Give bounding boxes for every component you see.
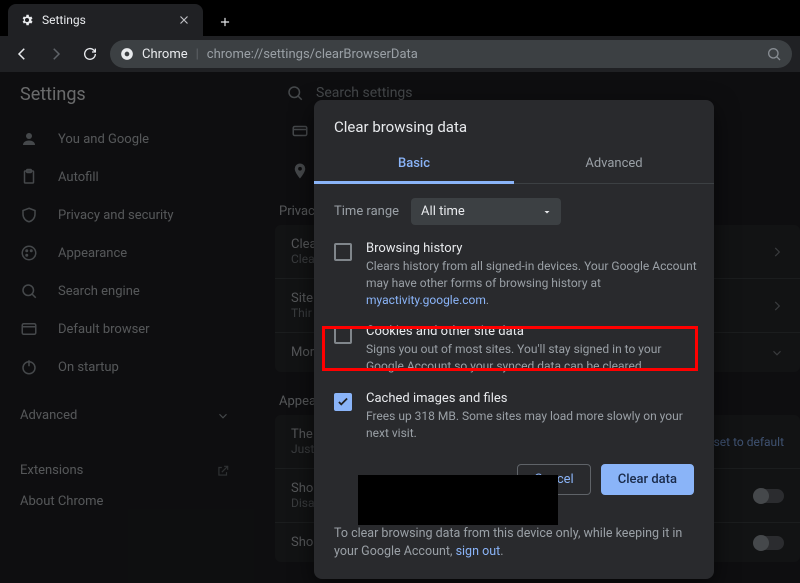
gear-icon (20, 13, 34, 27)
sidebar-item-search-engine[interactable]: Search engine (10, 274, 240, 308)
creditcard-icon (291, 122, 309, 140)
tab-basic[interactable]: Basic (314, 146, 514, 184)
chrome-icon (120, 47, 134, 61)
browser-tab[interactable]: Settings (8, 4, 203, 36)
settings-sidebar: You and Google Autofill Privacy and secu… (10, 122, 240, 511)
time-range-select[interactable]: All time (411, 198, 561, 225)
option-cached[interactable]: Cached images and files Frees up 318 MB.… (334, 391, 698, 442)
palette-icon (20, 244, 38, 262)
url-divider: | (196, 47, 199, 62)
tab-advanced[interactable]: Advanced (514, 146, 714, 183)
chevron-right-icon (770, 245, 784, 259)
search-icon (286, 84, 304, 102)
option-title: Cached images and files (366, 391, 698, 406)
sidebar-item-privacy[interactable]: Privacy and security (10, 198, 240, 232)
checkbox[interactable] (334, 326, 352, 344)
chevron-down-icon (216, 409, 230, 423)
new-tab-button[interactable] (211, 8, 239, 36)
browser-tabstrip: Settings (0, 0, 800, 36)
option-title: Cookies and other site data (366, 324, 698, 339)
sidebar-item-you-and-google[interactable]: You and Google (10, 122, 240, 156)
power-icon (20, 358, 38, 376)
option-cookies[interactable]: Cookies and other site data Signs you ou… (334, 324, 698, 375)
sign-out-link[interactable]: sign out (456, 544, 501, 559)
tab-title: Settings (42, 13, 169, 27)
search-icon[interactable] (766, 46, 782, 62)
sidebar-item-label: Search engine (58, 284, 140, 299)
sidebar-item-label: Autofill (58, 170, 99, 185)
caret-down-icon (541, 206, 553, 218)
clipboard-icon (20, 168, 38, 186)
sidebar-item-appearance[interactable]: Appearance (10, 236, 240, 270)
checkbox[interactable] (334, 243, 352, 261)
sidebar-advanced[interactable]: Advanced (10, 398, 240, 425)
page-title: Settings (20, 84, 86, 105)
option-desc: Clears history from all signed-in device… (366, 258, 698, 308)
checkbox-checked[interactable] (334, 393, 352, 411)
sidebar-item-label: You and Google (58, 132, 149, 147)
dialog-title: Clear browsing data (314, 100, 714, 146)
shield-icon (20, 206, 38, 224)
time-range-value: All time (421, 204, 465, 219)
sidebar-item-label: On startup (58, 360, 119, 375)
option-desc: Signs you out of most sites. You'll stay… (366, 341, 698, 375)
reload-button[interactable] (76, 40, 104, 68)
forward-button[interactable] (42, 40, 70, 68)
sidebar-item-label: Default browser (58, 322, 150, 337)
sidebar-item-label: Appearance (58, 246, 127, 261)
sidebar-extensions[interactable]: Extensions (10, 453, 240, 480)
sidebar-item-autofill[interactable]: Autofill (10, 160, 240, 194)
time-range-label: Time range (334, 204, 399, 219)
dialog-tabs: Basic Advanced (314, 146, 714, 184)
sidebar-item-default-browser[interactable]: Default browser (10, 312, 240, 346)
chevron-right-icon (770, 299, 784, 313)
toggle[interactable] (754, 536, 784, 550)
search-placeholder: Search settings (316, 85, 413, 101)
url-prefix: Chrome (142, 47, 188, 62)
option-desc: Frees up 318 MB. Some sites may load mor… (366, 408, 698, 442)
close-icon[interactable] (177, 13, 191, 27)
search-icon (20, 282, 38, 300)
url-path: chrome://settings/clearBrowserData (207, 47, 418, 62)
option-title: Browsing history (366, 241, 698, 256)
redaction-box (358, 475, 558, 525)
toggle[interactable] (754, 489, 784, 503)
external-link-icon (216, 464, 230, 478)
browser-toolbar: Chrome | chrome://settings/clearBrowserD… (0, 36, 800, 72)
sidebar-item-label: Privacy and security (58, 208, 174, 223)
clear-data-button[interactable]: Clear data (601, 464, 694, 495)
address-bar[interactable]: Chrome | chrome://settings/clearBrowserD… (110, 40, 792, 68)
back-button[interactable] (8, 40, 36, 68)
myactivity-link[interactable]: myactivity.google.com (366, 293, 486, 307)
sidebar-about[interactable]: About Chrome (10, 484, 240, 511)
option-browsing-history[interactable]: Browsing history Clears history from all… (334, 241, 698, 308)
location-icon (291, 162, 309, 180)
browser-icon (20, 320, 38, 338)
sidebar-item-on-startup[interactable]: On startup (10, 350, 240, 384)
chevron-down-icon (770, 346, 784, 360)
person-icon (20, 130, 38, 148)
